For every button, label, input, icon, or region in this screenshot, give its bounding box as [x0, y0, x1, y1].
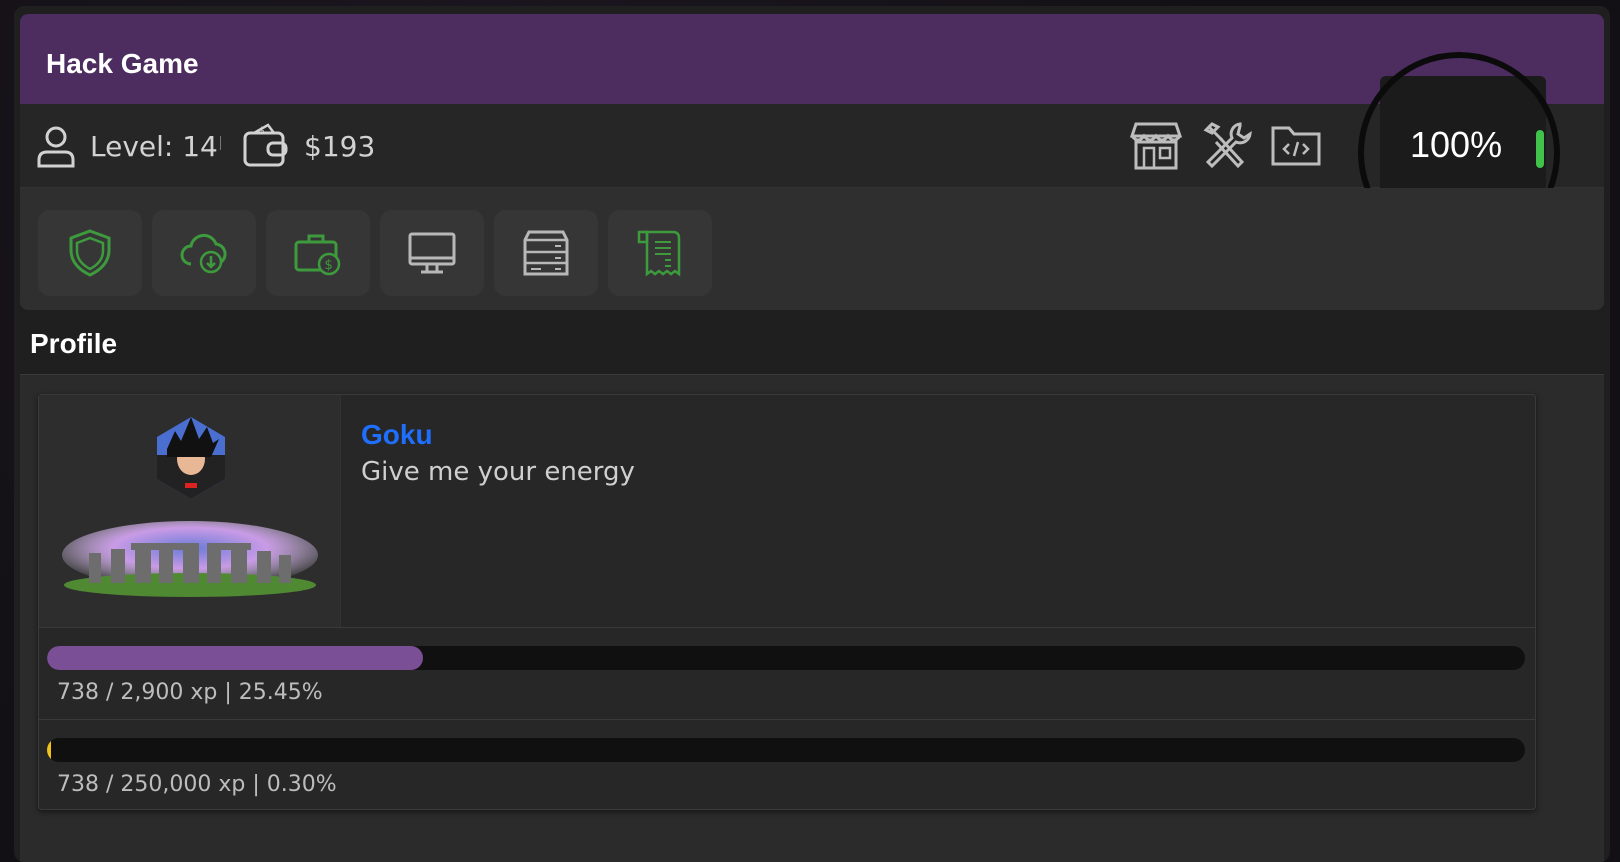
cloud-download-icon: [180, 233, 227, 274]
app-bar: $: [20, 188, 1604, 310]
level-progress-fill: [47, 646, 424, 670]
banner-image: [62, 521, 318, 597]
window-title: Hack Game: [46, 48, 199, 79]
wallet-icon: $: [243, 123, 288, 167]
level-stat: Level: 14: [36, 104, 218, 188]
total-progress-track: [47, 738, 1525, 762]
total-progress-fill: [47, 738, 52, 762]
level-label: Level: 14: [90, 129, 218, 163]
svg-text:$: $: [259, 126, 265, 136]
tools-icon[interactable]: [1200, 120, 1252, 170]
store-icon[interactable]: [1130, 120, 1182, 170]
divider: [220, 136, 221, 150]
user-name[interactable]: Goku: [361, 419, 433, 451]
cloud-download-app-button[interactable]: [152, 210, 256, 296]
code-folder-icon[interactable]: [1270, 120, 1322, 170]
briefcase-money-icon: $: [294, 234, 341, 276]
user-icon: [37, 126, 75, 168]
avatar[interactable]: [153, 415, 229, 501]
avatar-column: [39, 395, 341, 627]
money-label: $193: [304, 129, 376, 163]
monitor-app-button[interactable]: [380, 210, 484, 296]
monitor-icon: [408, 232, 456, 274]
title-bar: Hack Game: [20, 14, 1604, 104]
server-app-button[interactable]: [494, 210, 598, 296]
finance-app-button[interactable]: $: [266, 210, 370, 296]
level-progress-text: 738 / 2,900 xp | 25.45%: [57, 680, 323, 705]
shield-icon: [69, 229, 111, 277]
game-window: Hack Game Level: 14 $ $193 100% $ Profil…: [14, 6, 1610, 862]
level-progress-track: [47, 646, 1525, 670]
svg-text:$: $: [325, 258, 333, 273]
section-title: Profile: [30, 328, 118, 359]
receipt-icon: [637, 230, 681, 277]
receipt-app-button[interactable]: [608, 210, 712, 296]
shield-app-button[interactable]: [38, 210, 142, 296]
server-icon: [523, 230, 569, 276]
money-stat: $ $193: [242, 104, 375, 188]
profile-card: Goku Give me your energy 738 / 2,900 xp …: [38, 394, 1536, 810]
total-progress-text: 738 / 250,000 xp | 0.30%: [57, 772, 337, 797]
total-progress: 738 / 250,000 xp | 0.30%: [39, 719, 1535, 811]
level-progress: 738 / 2,900 xp | 25.45%: [39, 627, 1535, 719]
user-status: Give me your energy: [361, 457, 635, 487]
